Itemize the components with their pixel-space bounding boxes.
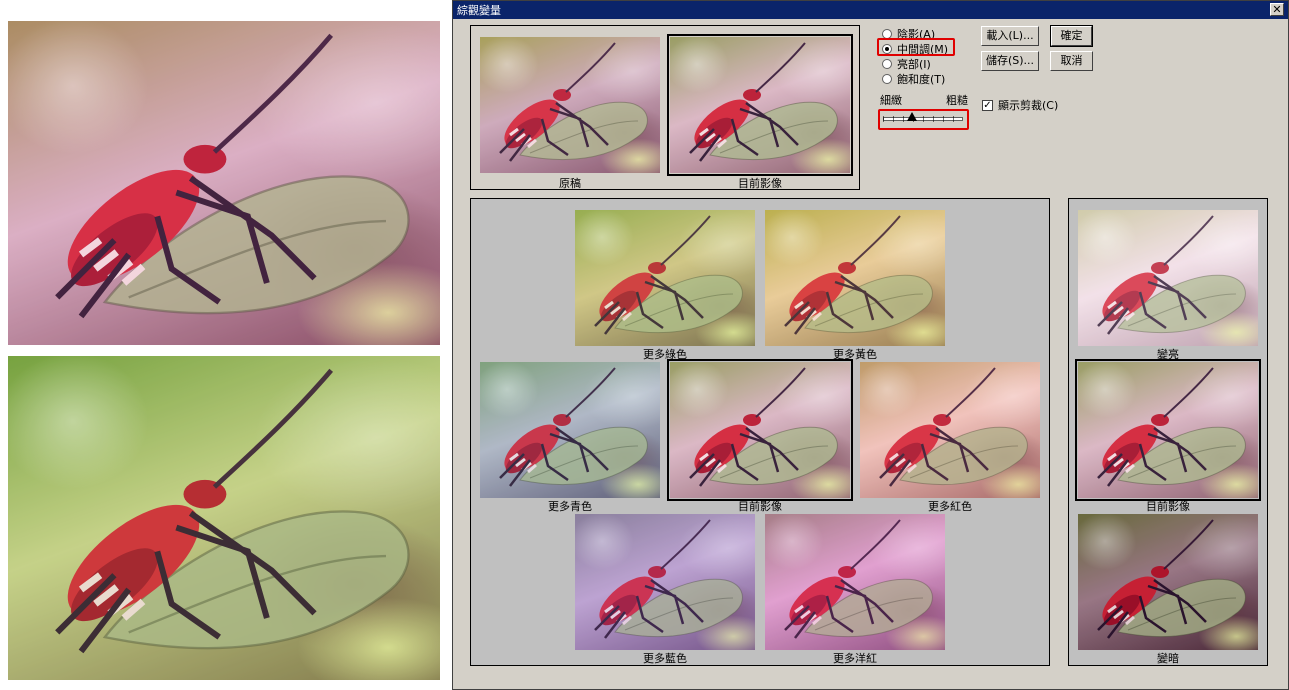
current-image-center-thumbnail[interactable] — [667, 359, 853, 501]
darker-caption: 變暗 — [1157, 652, 1179, 665]
show-clipping-checkbox[interactable]: ✓ 顯示剪裁(C) — [982, 97, 1058, 113]
more-yellow-thumbnail[interactable] — [765, 210, 945, 346]
more-cyan-thumbnail[interactable] — [480, 362, 660, 498]
current-preview-caption: 目前影像 — [738, 177, 782, 190]
more-yellow-caption: 更多黃色 — [833, 348, 877, 361]
highlight-slider — [878, 109, 969, 130]
cancel-button[interactable]: 取消 — [1050, 51, 1093, 71]
more-green-caption: 更多綠色 — [643, 348, 687, 361]
highlight-midtones — [877, 38, 955, 56]
radio-saturation[interactable]: 飽和度(T) — [882, 71, 945, 87]
window-title: 綜觀變量 — [457, 4, 501, 17]
close-icon[interactable]: ✕ — [1270, 3, 1284, 16]
current-preview-thumbnail — [667, 34, 853, 176]
radio-highlights[interactable]: 亮部(I) — [882, 56, 931, 72]
lighter-caption: 變亮 — [1157, 348, 1179, 361]
slider-fine-label: 細緻 — [880, 94, 902, 107]
more-magenta-thumbnail[interactable] — [765, 514, 945, 650]
current-image-center-caption: 目前影像 — [738, 500, 782, 513]
more-red-thumbnail[interactable] — [860, 362, 1040, 498]
more-red-caption: 更多紅色 — [928, 500, 972, 513]
load-button[interactable]: 載入(L)... — [981, 26, 1039, 46]
slider-coarse-label: 粗糙 — [946, 94, 968, 107]
checkmark-icon: ✓ — [982, 99, 993, 111]
lighter-thumbnail[interactable] — [1078, 210, 1258, 346]
ok-button[interactable]: 確定 — [1050, 25, 1093, 47]
original-caption: 原稿 — [559, 177, 581, 190]
more-cyan-caption: 更多青色 — [548, 500, 592, 513]
radio-dot-icon — [882, 59, 892, 69]
darker-thumbnail[interactable] — [1078, 514, 1258, 650]
radio-dot-icon — [882, 74, 892, 84]
more-blue-caption: 更多藍色 — [643, 652, 687, 665]
current-image-brightness-caption: 目前影像 — [1146, 500, 1190, 513]
after-photo — [8, 356, 440, 680]
save-button[interactable]: 儲存(S)... — [981, 51, 1039, 71]
current-image-brightness-thumbnail[interactable] — [1075, 359, 1261, 501]
more-magenta-caption: 更多洋紅 — [833, 652, 877, 665]
original-thumbnail — [480, 37, 660, 173]
before-photo — [8, 21, 440, 345]
more-blue-thumbnail[interactable] — [575, 514, 755, 650]
title-bar: 綜觀變量 ✕ — [453, 1, 1288, 19]
more-green-thumbnail[interactable] — [575, 210, 755, 346]
